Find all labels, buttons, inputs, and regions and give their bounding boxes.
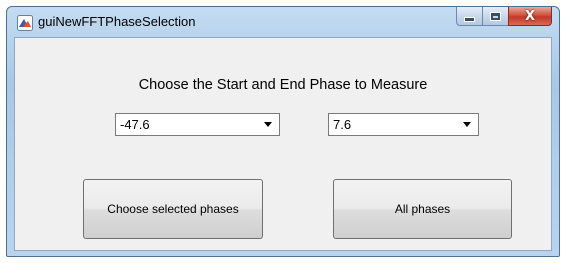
end-phase-dropdown[interactable]: 7.6: [328, 113, 479, 136]
matlab-icon: [17, 15, 33, 31]
chevron-down-icon: [463, 122, 471, 127]
start-phase-value: -47.6: [120, 117, 150, 132]
start-phase-dropdown[interactable]: -47.6: [115, 113, 280, 136]
phase-prompt-label: Choose the Start and End Phase to Measur…: [138, 77, 428, 93]
all-phases-button[interactable]: All phases: [333, 179, 512, 239]
close-button[interactable]: X: [508, 7, 552, 26]
choose-selected-phases-button[interactable]: Choose selected phases: [83, 179, 263, 239]
title-bar[interactable]: guiNewFFTPhaseSelection X: [7, 7, 559, 37]
minimize-button[interactable]: [456, 7, 482, 26]
window-title: guiNewFFTPhaseSelection: [38, 14, 196, 29]
end-phase-value: 7.6: [333, 117, 352, 132]
maximize-button[interactable]: [482, 7, 508, 26]
close-icon: X: [524, 8, 536, 24]
window-controls: X: [456, 7, 552, 27]
dialog-window: guiNewFFTPhaseSelection X Choose the Sta…: [6, 6, 560, 257]
chevron-down-icon: [264, 122, 272, 127]
dialog-content: Choose the Start and End Phase to Measur…: [14, 37, 552, 251]
minimize-icon: [464, 17, 475, 22]
maximize-icon: [490, 11, 501, 21]
